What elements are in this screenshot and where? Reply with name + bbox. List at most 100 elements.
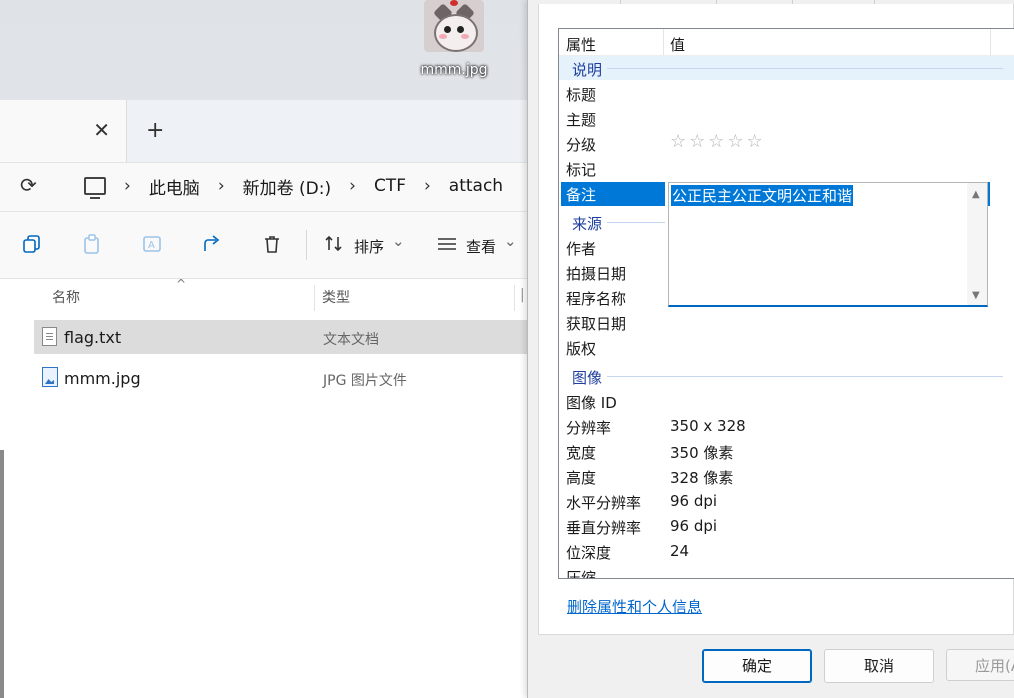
properties-dialog: 属性 值 说明 标题 主题 分级 ☆☆☆☆☆ 标记 备注 公正民主公正文明公正和… <box>527 0 1014 698</box>
column-divider[interactable] <box>314 285 315 311</box>
prop-v-dpi: 垂直分辨率 <box>566 519 642 537</box>
group-line <box>607 376 1003 377</box>
value-resolution: 350 x 328 <box>670 417 746 435</box>
file-name: mmm.jpg <box>64 369 141 388</box>
group-description: 说明 <box>559 56 1014 80</box>
value-height: 328 像素 <box>670 469 734 487</box>
file-row-flag[interactable]: flag.txt 文本文档 <box>34 320 528 354</box>
value-width: 350 像素 <box>670 444 734 462</box>
file-row-mmm[interactable]: mmm.jpg JPG 图片文件 <box>34 361 528 395</box>
prop-h-dpi: 水平分辨率 <box>566 494 642 512</box>
file-type: 文本文档 <box>323 332 379 348</box>
prop-copyright: 版权 <box>566 340 597 358</box>
close-tab-icon[interactable]: ✕ <box>93 118 110 142</box>
details-panel: 属性 值 说明 标题 主题 分级 ☆☆☆☆☆ 标记 备注 公正民主公正文明公正和… <box>538 4 1014 635</box>
comments-value[interactable]: 公正民主公正文明公正和谐 <box>671 185 854 206</box>
prop-width: 宽度 <box>566 444 597 462</box>
svg-text:A: A <box>148 240 155 251</box>
prop-date-taken: 拍摄日期 <box>566 265 627 283</box>
prop-date-acquired: 获取日期 <box>566 315 627 333</box>
breadcrumb-ctf[interactable]: CTF <box>374 176 406 196</box>
prop-height: 高度 <box>566 469 597 487</box>
cat-thumbnail-icon <box>424 0 484 52</box>
chevron-right-icon[interactable]: › <box>124 176 131 196</box>
column-headers: ^ 名称 类型 | <box>0 277 528 315</box>
sort-icon[interactable] <box>324 234 344 254</box>
explorer-tab[interactable]: ✕ <box>0 100 127 162</box>
value-v-dpi: 96 dpi <box>670 517 718 535</box>
address-bar: ⟳ › 此电脑 › 新加卷 (D:) › CTF › attach <box>0 163 528 212</box>
prop-compression: 压缩 <box>566 569 597 579</box>
column-type[interactable]: 类型 <box>322 287 350 307</box>
prop-bit-depth: 位深度 <box>566 544 612 562</box>
view-icon[interactable] <box>436 234 458 254</box>
column-name[interactable]: 名称 <box>52 287 80 307</box>
group-line <box>607 222 665 223</box>
header-divider[interactable] <box>663 29 664 55</box>
share-icon[interactable] <box>202 234 222 254</box>
breadcrumb-this-pc[interactable]: 此电脑 <box>149 174 200 199</box>
window-edge <box>0 450 4 698</box>
value-bit-depth: 24 <box>670 542 690 560</box>
list-header: 属性 值 <box>559 29 1014 56</box>
delete-icon[interactable] <box>262 234 282 254</box>
column-partial[interactable]: | <box>520 287 525 303</box>
prop-resolution: 分辨率 <box>566 419 612 437</box>
command-bar: A 排序 ⌄ 查看 ⌄ <box>0 212 528 279</box>
sort-caret-icon: ^ <box>176 277 187 291</box>
view-button[interactable]: 查看 <box>466 236 496 257</box>
tab-bar: ✕ + <box>0 100 528 163</box>
chevron-right-icon[interactable]: › <box>424 176 431 196</box>
comments-input[interactable]: 公正民主公正文明公正和谐 ▲ ▼ <box>668 182 988 307</box>
prop-program: 程序名称 <box>566 290 627 308</box>
toolbar-divider <box>306 230 307 260</box>
header-property[interactable]: 属性 <box>566 34 596 55</box>
chevron-right-icon[interactable]: › <box>218 176 225 196</box>
prop-title: 标题 <box>566 86 597 104</box>
breadcrumb[interactable]: › 此电脑 › 新加卷 (D:) › CTF › attach <box>68 165 528 207</box>
this-pc-icon[interactable] <box>84 177 106 199</box>
group-origin: 来源 <box>559 210 1014 234</box>
group-line <box>607 68 1003 69</box>
refresh-icon[interactable]: ⟳ <box>20 173 37 197</box>
image-file-icon <box>42 367 58 387</box>
rating-stars[interactable]: ☆☆☆☆☆ <box>670 131 766 152</box>
prop-comments: 备注 <box>566 186 597 204</box>
group-image: 图像 <box>559 364 1014 388</box>
group-label: 说明 <box>572 61 603 79</box>
file-name: flag.txt <box>64 328 122 347</box>
scroll-down-icon[interactable]: ▼ <box>972 290 980 301</box>
new-tab-button[interactable]: + <box>146 118 164 143</box>
rename-icon[interactable]: A <box>142 234 162 254</box>
sort-button[interactable]: 排序 <box>354 236 384 257</box>
remove-properties-link[interactable]: 删除属性和个人信息 <box>567 596 702 617</box>
copy-icon[interactable] <box>22 234 42 254</box>
value-h-dpi: 96 dpi <box>670 492 718 510</box>
apply-button[interactable]: 应用(A) <box>946 649 1014 681</box>
file-type: JPG 图片文件 <box>323 373 407 389</box>
paste-icon[interactable] <box>82 234 102 254</box>
desktop-icon-mmm[interactable]: mmm.jpg <box>414 0 494 78</box>
prop-image-id: 图像 ID <box>566 394 617 412</box>
chevron-down-icon[interactable]: ⌄ <box>504 232 517 250</box>
column-divider[interactable] <box>514 285 515 311</box>
desktop-icon-label: mmm.jpg <box>420 62 488 78</box>
scroll-up-icon[interactable]: ▲ <box>972 189 980 200</box>
breadcrumb-drive-d[interactable]: 新加卷 (D:) <box>243 174 332 199</box>
prop-rating: 分级 <box>566 136 597 154</box>
group-label: 来源 <box>572 215 603 233</box>
property-list[interactable]: 属性 值 说明 标题 主题 分级 ☆☆☆☆☆ 标记 备注 公正民主公正文明公正和… <box>558 28 1014 579</box>
cancel-button[interactable]: 取消 <box>824 649 934 683</box>
text-file-icon <box>42 327 57 346</box>
editor-scrollbar[interactable]: ▲ ▼ <box>967 183 987 305</box>
chevron-right-icon[interactable]: › <box>349 176 356 196</box>
prop-tags: 标记 <box>566 161 597 179</box>
header-divider[interactable] <box>990 29 991 55</box>
group-label: 图像 <box>572 369 603 387</box>
breadcrumb-attach[interactable]: attach <box>449 176 503 196</box>
prop-subject: 主题 <box>566 111 597 129</box>
header-value[interactable]: 值 <box>670 34 685 55</box>
chevron-down-icon[interactable]: ⌄ <box>392 232 405 250</box>
file-explorer-window: ✕ + ⟳ › 此电脑 › 新加卷 (D:) › CTF › attach A … <box>0 100 528 698</box>
ok-button[interactable]: 确定 <box>702 649 812 683</box>
